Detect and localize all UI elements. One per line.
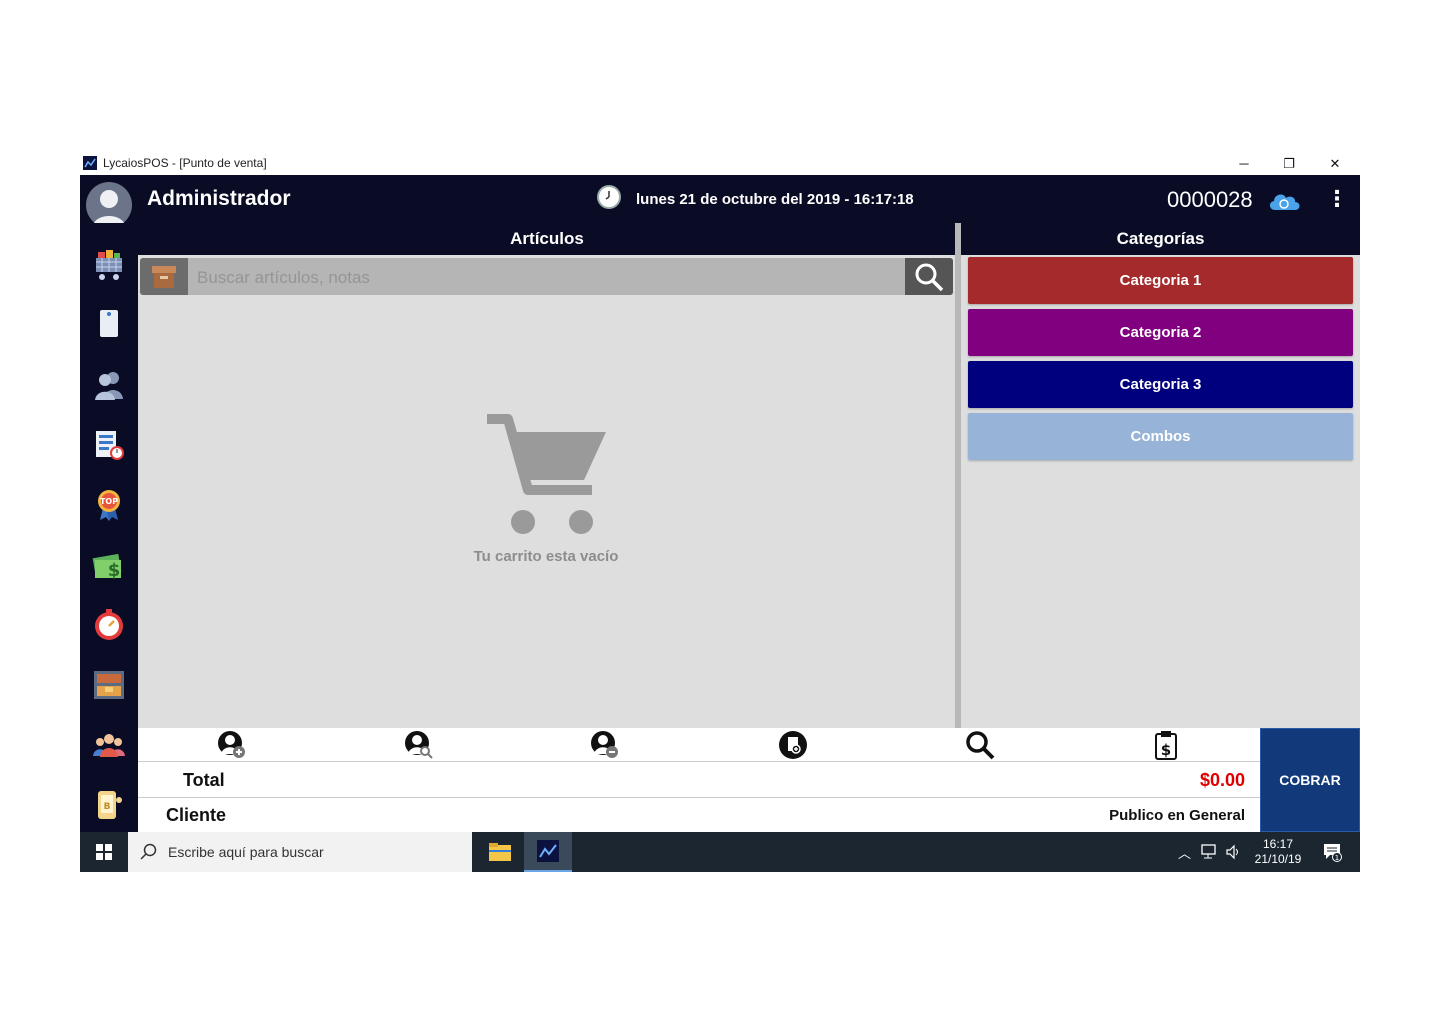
search-icon xyxy=(915,263,944,291)
sidebar-item-cash[interactable]: $ xyxy=(92,548,126,582)
taskbar-file-explorer[interactable] xyxy=(476,832,524,872)
sidebar-item-pos[interactable] xyxy=(92,248,126,282)
folder-icon xyxy=(489,843,511,861)
category-button-1[interactable]: Categoria 1 xyxy=(968,257,1353,304)
categories-panel: Categoria 1 Categoria 2 Categoria 3 Comb… xyxy=(961,255,1360,728)
restore-button[interactable]: ❐ xyxy=(1266,152,1312,175)
minimize-button[interactable]: ─ xyxy=(1221,152,1267,175)
search-product-button[interactable] xyxy=(965,730,995,760)
action-toolbar: $ xyxy=(138,728,1260,762)
top-badge-icon: TOP xyxy=(98,490,120,521)
close-button[interactable]: ✕ xyxy=(1312,152,1358,175)
timer-icon xyxy=(95,609,123,640)
client-value: Publico en General xyxy=(1109,807,1245,824)
sidebar-item-top[interactable]: TOP xyxy=(92,488,126,522)
article-search-bar xyxy=(140,258,953,297)
sidebar-item-mobile[interactable]: B xyxy=(92,788,126,822)
notification-icon: 1 xyxy=(1324,844,1342,862)
charge-button[interactable]: COBRAR xyxy=(1260,728,1360,832)
remove-user-icon xyxy=(591,731,618,758)
more-menu-icon[interactable]: ⋮ xyxy=(1326,188,1348,211)
app-header: Administrador lunes 21 de octubre del 20… xyxy=(80,175,1360,228)
money-icon: $ xyxy=(92,553,122,581)
svg-text:TOP: TOP xyxy=(100,497,118,506)
total-value: $0.00 xyxy=(1199,770,1245,790)
users-icon xyxy=(95,372,123,400)
empty-cart-message: Tu carrito esta vacío xyxy=(473,548,619,565)
sidebar-item-employees[interactable] xyxy=(92,728,126,762)
archive-box-button[interactable] xyxy=(140,258,188,295)
avatar[interactable] xyxy=(86,182,132,228)
notes-icon xyxy=(100,310,118,337)
add-document-icon xyxy=(779,731,807,759)
taskbar-time: 16:17 xyxy=(1262,837,1294,851)
magnifier-icon xyxy=(966,731,995,760)
os-taskbar: Escribe aquí para buscar ︿ 16:17 21/10/1… xyxy=(80,832,1360,872)
new-document-button[interactable] xyxy=(778,730,808,760)
taskbar-lycaiospos[interactable] xyxy=(524,832,572,872)
app-logo-icon xyxy=(537,840,559,862)
svg-text:$: $ xyxy=(108,560,121,581)
pos-cart-icon xyxy=(96,250,122,280)
window-titlebar: LycaiosPOS - [Punto de venta] ─ ❐ ✕ xyxy=(80,152,1360,175)
start-button[interactable] xyxy=(80,832,128,872)
search-client-button[interactable] xyxy=(404,730,434,760)
chevron-up-icon[interactable]: ︿ xyxy=(1178,843,1191,862)
articles-title: Artículos xyxy=(138,223,956,255)
total-row: Total $0.00 xyxy=(138,762,1260,798)
archive-box-icon xyxy=(152,265,176,288)
current-datetime: lunes 21 de octubre del 2019 - 16:17:18 xyxy=(636,191,914,208)
taskbar-clock[interactable]: 16:17 21/10/19 xyxy=(1250,837,1306,867)
sidebar: TOP $ B xyxy=(80,223,138,832)
sidebar-item-timer[interactable] xyxy=(92,608,126,642)
sidebar-item-notes[interactable] xyxy=(92,307,126,341)
taskbar-date: 21/10/19 xyxy=(1254,852,1302,866)
notifications-button[interactable]: 1 xyxy=(1312,832,1352,872)
add-client-button[interactable] xyxy=(217,730,247,760)
user-avatar-icon xyxy=(92,190,126,228)
price-check-button[interactable]: $ xyxy=(1151,730,1181,760)
network-icon[interactable] xyxy=(1199,844,1217,860)
team-icon xyxy=(93,734,125,757)
sidebar-item-reports[interactable] xyxy=(92,428,126,462)
app-logo-icon xyxy=(83,156,97,170)
windows-logo-icon xyxy=(96,844,112,860)
article-search-input[interactable] xyxy=(195,258,899,297)
search-button[interactable] xyxy=(905,258,953,295)
window-title: LycaiosPOS - [Punto de venta] xyxy=(103,156,267,170)
total-label: Total xyxy=(183,770,225,790)
volume-icon[interactable] xyxy=(1225,844,1243,860)
reports-clock-icon xyxy=(96,431,124,460)
cloud-sync-icon[interactable] xyxy=(1267,189,1301,211)
add-user-icon xyxy=(218,731,245,758)
empty-cart-icon xyxy=(480,412,610,537)
sidebar-item-clients[interactable] xyxy=(92,368,126,402)
category-button-3[interactable]: Categoria 3 xyxy=(968,361,1353,408)
system-tray: ︿ xyxy=(1178,832,1258,872)
ticket-number: 0000028 xyxy=(1167,187,1253,212)
category-button-combos[interactable]: Combos xyxy=(968,413,1353,460)
svg-text:B: B xyxy=(104,802,111,812)
categories-title: Categorías xyxy=(961,223,1360,255)
client-row[interactable]: Cliente Publico en General xyxy=(138,798,1260,832)
search-icon xyxy=(140,843,157,860)
user-name: Administrador xyxy=(147,187,291,210)
svg-text:$: $ xyxy=(1161,741,1171,759)
mobile-icon: B xyxy=(98,791,122,819)
search-user-icon xyxy=(405,731,433,759)
warehouse-icon xyxy=(94,671,124,699)
taskbar-search[interactable]: Escribe aquí para buscar xyxy=(128,832,472,872)
sidebar-item-warehouse[interactable] xyxy=(92,668,126,702)
clock-icon xyxy=(597,185,621,209)
svg-text:1: 1 xyxy=(1335,854,1339,862)
category-button-2[interactable]: Categoria 2 xyxy=(968,309,1353,356)
clipboard-dollar-icon: $ xyxy=(1155,731,1177,760)
taskbar-search-placeholder: Escribe aquí para buscar xyxy=(168,844,324,860)
remove-client-button[interactable] xyxy=(590,730,620,760)
client-label: Cliente xyxy=(166,805,227,825)
